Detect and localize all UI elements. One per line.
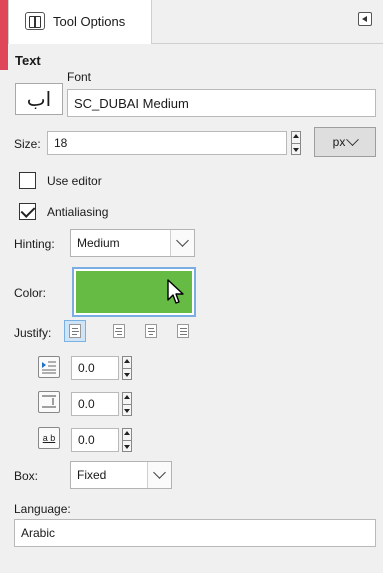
size-label: Size: — [14, 137, 41, 151]
color-label: Color: — [14, 286, 47, 300]
hinting-value: Medium — [77, 236, 120, 250]
tool-options-icon — [25, 12, 45, 30]
language-input[interactable]: Arabic — [14, 519, 376, 547]
language-label: Language: — [14, 502, 71, 516]
unit-value: px — [332, 135, 346, 149]
red-strip — [0, 0, 8, 70]
justify-left-icon — [69, 324, 81, 338]
justify-center-button[interactable] — [140, 320, 162, 342]
chevron-down-icon — [170, 230, 194, 256]
letter-spacing-input[interactable]: 0.0 — [71, 428, 119, 452]
size-spinner[interactable] — [291, 131, 301, 155]
tab-menu-icon[interactable] — [358, 12, 372, 26]
line-spacing-icon — [38, 391, 60, 413]
mouse-cursor-icon — [167, 279, 184, 304]
tab-tool-options[interactable]: Tool Options — [8, 0, 152, 44]
antialiasing-label: Antialiasing — [47, 205, 109, 219]
justify-fill-button[interactable] — [172, 320, 194, 342]
use-editor-checkbox[interactable] — [19, 172, 36, 189]
font-input[interactable]: SC_DUBAI Medium — [67, 89, 376, 117]
justify-left-button[interactable] — [64, 320, 86, 342]
letter-spacing-spinner[interactable] — [122, 428, 132, 452]
font-preview-glyph: اب — [26, 87, 52, 111]
section-title: Text — [15, 53, 41, 68]
letter-spacing-icon: a b — [38, 427, 60, 449]
box-value: Fixed — [77, 468, 107, 482]
hinting-label: Hinting: — [14, 237, 55, 251]
justify-right-icon — [113, 324, 125, 338]
unit-dropdown[interactable]: px — [314, 127, 376, 157]
box-label: Box: — [14, 469, 39, 483]
antialiasing-checkbox[interactable] — [19, 203, 36, 220]
font-preview-button[interactable]: اب — [15, 83, 63, 115]
font-label: Font — [67, 70, 92, 84]
hinting-dropdown[interactable]: Medium — [70, 229, 195, 257]
tab-bar: Tool Options — [0, 0, 383, 44]
size-input[interactable]: 18 — [47, 131, 287, 155]
tab-label: Tool Options — [53, 14, 126, 29]
justify-right-button[interactable] — [108, 320, 130, 342]
chevron-down-icon — [346, 132, 360, 146]
justify-label: Justify: — [14, 326, 52, 340]
indent-spinner[interactable] — [122, 356, 132, 380]
chevron-down-icon — [147, 462, 171, 488]
line-spacing-input[interactable]: 0.0 — [71, 392, 119, 416]
use-editor-label: Use editor — [47, 174, 102, 188]
box-dropdown[interactable]: Fixed — [70, 461, 172, 489]
line-spacing-spinner[interactable] — [122, 392, 132, 416]
justify-fill-icon — [177, 324, 189, 338]
indent-input[interactable]: 0.0 — [71, 356, 119, 380]
letter-spacing-icon-text: a b — [42, 433, 56, 443]
indent-icon — [38, 356, 60, 378]
justify-center-icon — [145, 324, 157, 338]
